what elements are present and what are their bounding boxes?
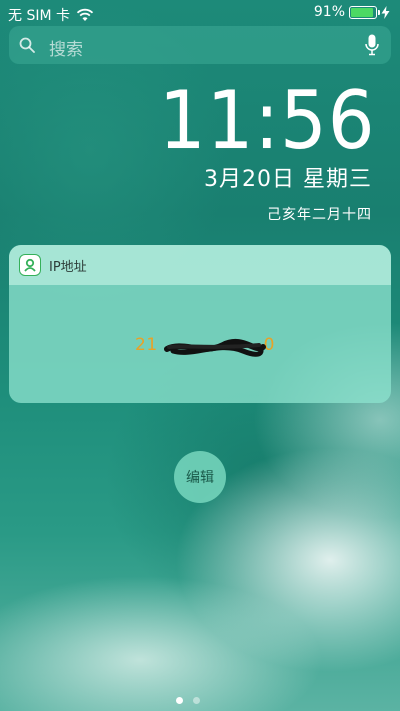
page-dot-current[interactable]	[176, 697, 183, 704]
redaction-scribble	[164, 338, 266, 357]
charging-bolt-icon	[381, 5, 390, 19]
ip-value-prefix: 21	[135, 335, 158, 355]
status-left: 无 SIM 卡	[8, 5, 94, 25]
search-bar[interactable]: 搜索	[9, 26, 391, 64]
battery-fill	[351, 7, 373, 17]
search-placeholder[interactable]: 搜索	[49, 35, 83, 60]
wifi-icon	[76, 8, 94, 21]
widget-title: IP地址	[49, 259, 87, 275]
ip-app-icon	[19, 254, 41, 276]
battery-icon	[349, 5, 380, 19]
ip-app-glyph-icon	[24, 258, 36, 272]
lock-screen-time: 11:56	[159, 74, 376, 167]
page-dot[interactable]	[193, 697, 200, 704]
microphone-icon[interactable]	[365, 34, 379, 56]
widget-header[interactable]: IP地址	[9, 245, 391, 285]
page-indicator[interactable]	[176, 697, 200, 704]
lock-screen-date: 3月20日 星期三	[204, 167, 372, 192]
search-icon	[19, 37, 35, 53]
battery-percent: 91%	[313, 4, 345, 20]
ip-address-widget[interactable]: IP地址 21 0	[9, 245, 391, 403]
status-right: 91%	[314, 4, 390, 20]
status-bar: 无 SIM 卡 91%	[0, 0, 400, 26]
lunar-date: 己亥年二月十四	[267, 207, 372, 223]
carrier-label: 无 SIM 卡	[8, 8, 70, 24]
edit-button[interactable]: 编辑	[174, 451, 226, 503]
